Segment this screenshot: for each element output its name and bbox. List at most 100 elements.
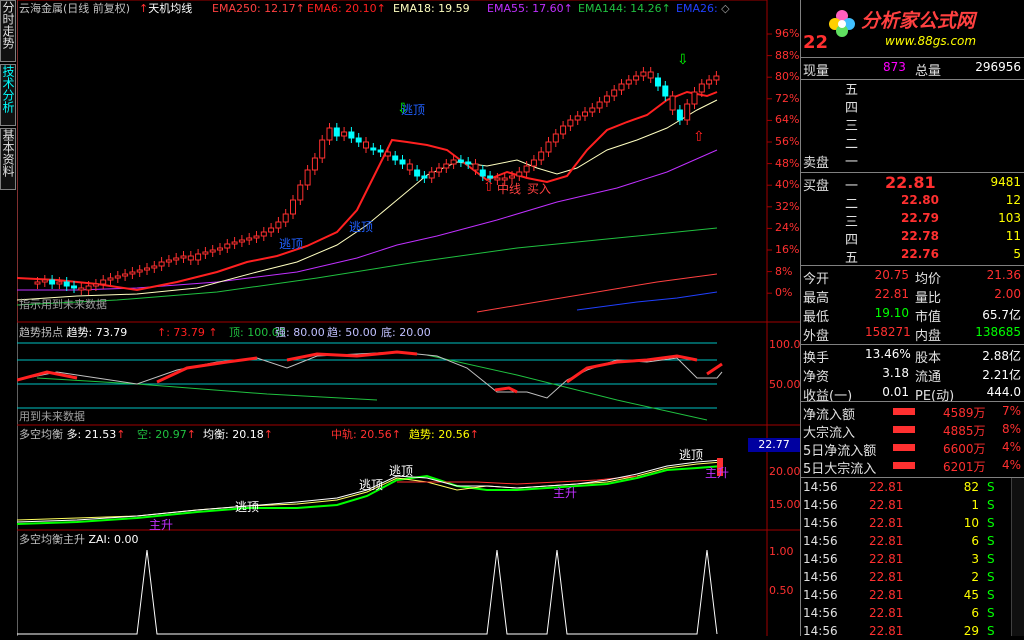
tab-timeshare-label: 分时走势 [1,1,15,49]
candle-body [625,79,632,85]
sub2-y-15: 15.00 [769,498,801,511]
main-y-label: 80% [775,70,800,84]
candle-body [479,169,486,177]
sub1-bottom: 底: 20.00 [381,326,431,339]
buy-row[interactable]: 二 22.80 12 [801,191,1024,212]
candle-body [574,115,581,121]
sub2-main-rise-3: 主升 [705,466,730,480]
candle-body [392,155,399,161]
flow-row: 大宗流入 4885万 8% [803,422,1021,441]
sub3-y-05: 0.50 [769,584,794,597]
candle-body [275,221,282,229]
ema144-line [17,227,718,306]
candle-body [348,131,355,139]
candle-body [465,161,472,165]
logo-flower-icon [827,4,857,46]
candle-body [472,163,479,171]
flow-row: 净流入额 4589万 7% [803,404,1021,423]
sub3-title: 多空均衡主升 ZAI: 0.00 [19,533,139,546]
arrow-down-2: ⇩ [677,52,689,68]
candle-body [158,261,165,267]
tick-row: 14:56 22.81 6 S [803,606,995,620]
flow-bar [893,444,915,451]
sub2-escape-2: 逃顶 [359,478,384,492]
candle-body [238,239,245,243]
main-y-label: 64% [775,113,800,127]
tab-fundamental[interactable]: 基本资料 [0,128,16,190]
buy-volume: 12 [1005,193,1021,207]
chart-area[interactable]: ⇩ ⇩ ⇧ ⇧ 云海金属(日线 前复权) ↑天机均线 EMA250: 12.17… [17,0,801,636]
candle-body [384,151,391,157]
candle-body [421,175,428,179]
flow-bar [893,426,915,433]
buy-row[interactable]: 买盘一 22.81 9481 [801,173,1024,194]
volume-row: 现量 873 总量 296956 [803,60,1021,79]
candle-body [151,265,158,269]
sub1-green-line-1 [36,377,378,401]
candle-body [326,127,333,141]
candle-body [582,111,588,117]
candle-body [457,159,464,163]
candle-body [443,163,450,169]
tick-list[interactable]: 14:56 22.81 82 S 14:56 22.81 1 S 14:56 22.81 10 S 14… [801,478,1024,638]
left-nav: 分时走势 技术分析 基本资料 [0,0,18,636]
candle-body [56,281,63,285]
stats2-block: 换手 13.46% 股本 2.88亿 净资 3.18 流通 2.21亿 收益(一) 0.01 PE(… [801,345,1024,404]
tick-scrollbar[interactable] [1011,478,1024,636]
candle-body [246,237,253,241]
indicator-name[interactable]: ↑天机均线 [139,2,192,16]
candle-body [655,77,661,87]
candle-body [363,141,369,149]
candle-body [611,89,618,97]
buy-price: 22.78 [901,229,939,243]
tab-timeshare[interactable]: 分时走势 [0,0,16,62]
candle-body [713,75,720,81]
candle-body [173,257,180,261]
sub2-y-20: 20.00 [769,465,801,478]
candle-body [567,119,574,127]
candle-body [618,83,625,91]
tab-fundamental-label: 基本资料 [1,129,15,177]
candle-body [187,255,194,261]
candle-body [370,147,377,151]
chart-title: 云海金属(日线 前复权) [19,2,131,15]
buy-volume: 5 [1013,247,1021,261]
sell-orders: 卖盘 五四三二一 [801,80,1024,172]
buy-row[interactable]: 三 22.79 103 [801,209,1024,230]
candle-body [545,141,552,153]
buy-row[interactable]: 五 22.76 5 [801,245,1024,266]
ema18-label: EMA18: 19.59 [393,2,470,15]
sub1-trend-red-3 [286,350,418,362]
sub2-zhonggui: 中轨: 20.56↑ [331,428,401,441]
candle-body [180,255,187,259]
candle-body [85,285,92,291]
logo-url: www.88gs.com [885,34,977,48]
sub2-qushi: 趋势: 20.56↑ [409,428,479,441]
ema26-label: EMA26: ◇ [676,2,730,15]
candle-body [304,169,311,186]
tab-technical[interactable]: 技术分析 [0,64,16,126]
flow-block: 净流入额 4589万 7% 大宗流入 4885万 8% 5日净流入额 6600万 4% 5日大宗流… [801,402,1024,477]
candle-body [49,279,56,285]
candle-body [633,75,640,81]
candle-body [487,175,494,179]
candle-body [530,159,537,167]
buy-label: 买入 [527,182,552,196]
quote-header: 22 分析家公式网 www.88gs.com [801,0,1024,56]
candle-body [538,151,545,161]
sub1-y-100: 100.0 [769,338,801,351]
arrow-up-1: ⇧ [483,179,495,195]
candle-body [202,251,209,255]
flow-bar [893,408,915,415]
candle-body [436,167,442,173]
candle-body [107,277,114,281]
candle-body [494,177,501,181]
buy-row[interactable]: 四 22.78 11 [801,227,1024,248]
candle-body [217,247,223,251]
buy-level: 五 [845,251,859,266]
indicator-label: 天机均线 [148,2,193,15]
ema6-line [17,90,718,292]
buy-price: 22.81 [885,173,936,192]
candle-body [333,127,340,137]
candle-body [501,177,508,181]
